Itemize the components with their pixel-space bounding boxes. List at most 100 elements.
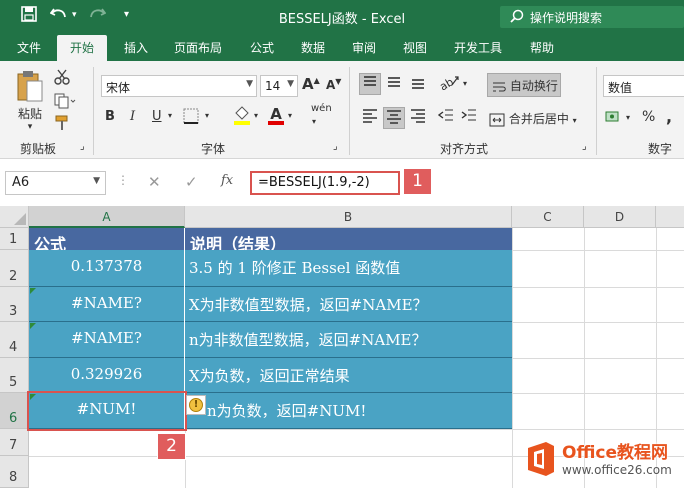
search-box[interactable]: 操作说明搜索 (500, 6, 684, 28)
clipboard-launcher-icon[interactable]: ⌟ (80, 141, 85, 152)
chevron-down-icon: ▼ (246, 79, 253, 89)
tab-help[interactable]: 帮助 (530, 39, 554, 56)
alignment-launcher-icon[interactable]: ⌟ (582, 141, 587, 152)
font-color-dropdown-icon[interactable]: ▾ (288, 111, 292, 120)
tab-developer[interactable]: 开发工具 (454, 39, 502, 56)
fill-color-dropdown-icon[interactable]: ▾ (254, 111, 258, 120)
formula-input[interactable]: =BESSELJ(1.9,-2) (250, 171, 400, 195)
column-header-d[interactable]: D (584, 206, 656, 228)
copy-icon[interactable] (54, 93, 76, 113)
underline-button[interactable]: U (152, 109, 162, 124)
decrease-font-icon[interactable]: A▼ (326, 77, 341, 92)
row-header-4[interactable]: 4 (0, 322, 29, 358)
tab-view[interactable]: 视图 (403, 39, 427, 56)
column-header-a[interactable]: A (29, 206, 185, 228)
tab-review[interactable]: 审阅 (352, 39, 376, 56)
row-header-2[interactable]: 2 (0, 250, 29, 287)
cell-b5[interactable]: X为负数，返回正常结果 (185, 358, 512, 393)
accounting-format-icon[interactable] (605, 109, 623, 129)
cancel-icon[interactable]: ✕ (148, 173, 161, 191)
align-bottom-button[interactable] (407, 73, 429, 95)
row-header-6[interactable]: 6 (0, 393, 29, 429)
title-bar: ▾ ▾ BESSELJ函数 - Excel 操作说明搜索 (0, 0, 684, 33)
row-header-1[interactable]: 1 (0, 228, 29, 250)
chevron-down-icon: ▼ (287, 79, 294, 89)
tab-home[interactable]: 开始 (57, 35, 107, 61)
tab-file[interactable]: 文件 (17, 39, 41, 56)
align-right-button[interactable] (407, 107, 429, 129)
paste-button[interactable]: 粘贴 ▾ (12, 69, 48, 132)
ribbon: 粘贴 ▾ 剪贴板 ⌟ 宋体 ▼ 14 ▼ A▲ A▼ B I U ▾ ▾ ▾ A… (0, 61, 684, 159)
tab-formulas[interactable]: 公式 (250, 39, 274, 56)
align-center-button[interactable] (383, 107, 405, 129)
increase-indent-icon[interactable] (459, 107, 479, 129)
align-top-button[interactable] (359, 73, 381, 95)
select-all-corner[interactable] (0, 206, 29, 228)
clipboard-group-label: 剪贴板 (20, 142, 57, 156)
column-header-c[interactable]: C (512, 206, 584, 228)
watermark-url: www.office26.com (562, 463, 672, 477)
row-header-8[interactable]: 8 (0, 456, 29, 488)
borders-icon[interactable] (182, 107, 200, 129)
cell-a5[interactable]: 0.329926 (29, 358, 184, 393)
comma-button[interactable]: , (666, 107, 672, 126)
cell-a4[interactable]: #NAME? (29, 322, 184, 358)
wrap-text-button[interactable]: 自动换行 (487, 73, 561, 97)
cell-b2[interactable]: 3.5 的 1 阶修正 Bessel 函数值 (185, 250, 512, 287)
align-left-button[interactable] (359, 107, 381, 129)
chevron-down-icon: ▼ (93, 176, 100, 186)
row-number: 3 (9, 304, 18, 319)
row-header-5[interactable]: 5 (0, 358, 29, 393)
insert-function-button[interactable]: fx (221, 173, 233, 188)
cell-b6[interactable]: n为负数，返回#NUM! (185, 393, 512, 429)
callout-badge-1: 1 (403, 168, 432, 195)
search-icon (510, 9, 524, 26)
merge-center-button[interactable]: 合并后居中 ▾ (487, 107, 587, 131)
increase-font-icon[interactable]: A▲ (302, 75, 320, 93)
accounting-dropdown-icon[interactable]: ▾ (626, 113, 630, 122)
cell-a2[interactable]: 0.137378 (29, 250, 184, 287)
cell-a1[interactable]: 公式 (29, 228, 184, 250)
align-middle-button[interactable] (383, 73, 405, 95)
percent-button[interactable]: % (642, 109, 655, 125)
paste-label: 粘贴 (17, 107, 42, 121)
column-header-b[interactable]: B (185, 206, 512, 228)
font-group-label: 字体 (201, 142, 226, 156)
tab-insert[interactable]: 插入 (124, 39, 148, 56)
cell-b3[interactable]: X为非数值型数据，返回#NAME？ (185, 287, 512, 322)
row-number: 4 (9, 340, 18, 355)
number-format-value: 数值 (608, 81, 633, 95)
format-painter-icon[interactable] (54, 115, 70, 135)
gridline (512, 358, 684, 359)
decrease-indent-icon[interactable] (436, 107, 456, 129)
font-size-select[interactable]: 14 ▼ (260, 75, 298, 97)
font-name-select[interactable]: 宋体 ▼ (101, 75, 257, 97)
column-header-e[interactable] (656, 206, 684, 228)
cell-b1[interactable]: 说明（结果） (185, 228, 512, 250)
font-launcher-icon[interactable]: ⌟ (333, 141, 338, 152)
font-color-button[interactable]: A (268, 105, 284, 125)
phonetic-dropdown-icon[interactable]: ▾ (312, 117, 316, 126)
row-header-7[interactable]: 7 (0, 429, 29, 456)
name-box[interactable]: A6 ▼ (5, 171, 106, 195)
error-smart-tag[interactable]: ! (186, 395, 206, 415)
borders-dropdown-icon[interactable]: ▾ (205, 111, 209, 120)
wrap-text-label: 自动换行 (509, 79, 558, 93)
bold-button[interactable]: B (105, 109, 115, 124)
cell-a3[interactable]: #NAME? (29, 287, 184, 322)
number-format-select[interactable]: 数值 (603, 75, 684, 97)
italic-button[interactable]: I (130, 109, 135, 124)
fill-color-icon[interactable] (232, 105, 252, 129)
cell-b4[interactable]: n为非数值型数据，返回#NAME？ (185, 322, 512, 358)
orientation-dropdown-icon[interactable]: ▾ (463, 79, 467, 88)
underline-dropdown-icon[interactable]: ▾ (168, 111, 172, 120)
tab-page-layout[interactable]: 页面布局 (174, 39, 222, 56)
watermark-brand: Office教程网 (562, 443, 669, 463)
cut-icon[interactable] (54, 69, 70, 89)
row-header-3[interactable]: 3 (0, 287, 29, 322)
separator (596, 67, 597, 155)
orientation-icon[interactable]: ab (436, 73, 462, 95)
enter-icon[interactable]: ✓ (185, 173, 198, 191)
phonetic-button[interactable]: wén (311, 103, 332, 114)
tab-data[interactable]: 数据 (301, 39, 325, 56)
